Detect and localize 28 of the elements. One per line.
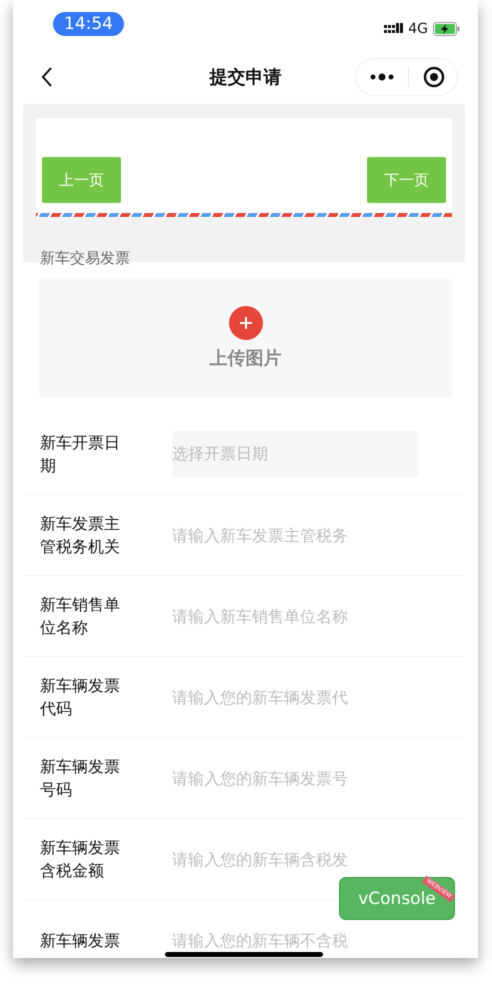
back-icon[interactable]: [41, 67, 53, 87]
input-field[interactable]: 请输入新车销售单位名称: [172, 606, 360, 626]
network-label: 4G: [408, 21, 428, 37]
more-icon[interactable]: [370, 73, 394, 81]
input-field[interactable]: 请输入您的新车辆发票号: [172, 768, 360, 788]
add-icon: [228, 306, 262, 340]
upload-area[interactable]: 上传图片: [39, 278, 452, 398]
field-label: 新车辆发票代码: [40, 675, 121, 720]
field-label: 新车辆发票: [40, 930, 121, 952]
next-page-button[interactable]: 下一页: [367, 157, 446, 203]
prev-page-button[interactable]: 上一页: [42, 157, 121, 203]
field-label: 新车辆发票含税金额: [40, 837, 121, 882]
field-label: 新车开票日期: [40, 432, 121, 477]
input-field[interactable]: 请输入您的新车辆发票代: [172, 688, 360, 706]
date-picker-field[interactable]: 选择开票日期: [172, 431, 418, 477]
input-field[interactable]: 请输入您的新车辆不含税: [172, 930, 360, 950]
close-target-icon[interactable]: [423, 66, 445, 88]
upload-label: 上传图片: [210, 347, 282, 370]
battery-icon: [433, 22, 460, 36]
field-label: 新车销售单位名称: [40, 594, 121, 639]
section-title: 新车交易发票: [39, 248, 131, 268]
status-time: 14:54: [53, 12, 124, 36]
field-label: 新车发票主管税务机关: [40, 513, 121, 558]
input-field[interactable]: 请输入您的新车辆含税发: [172, 850, 360, 868]
signal-icon: [384, 22, 404, 36]
field-label: 新车辆发票号码: [40, 756, 121, 801]
input-field[interactable]: 请输入新车发票主管税务: [172, 526, 360, 544]
page-title: 提交申请: [210, 66, 282, 89]
